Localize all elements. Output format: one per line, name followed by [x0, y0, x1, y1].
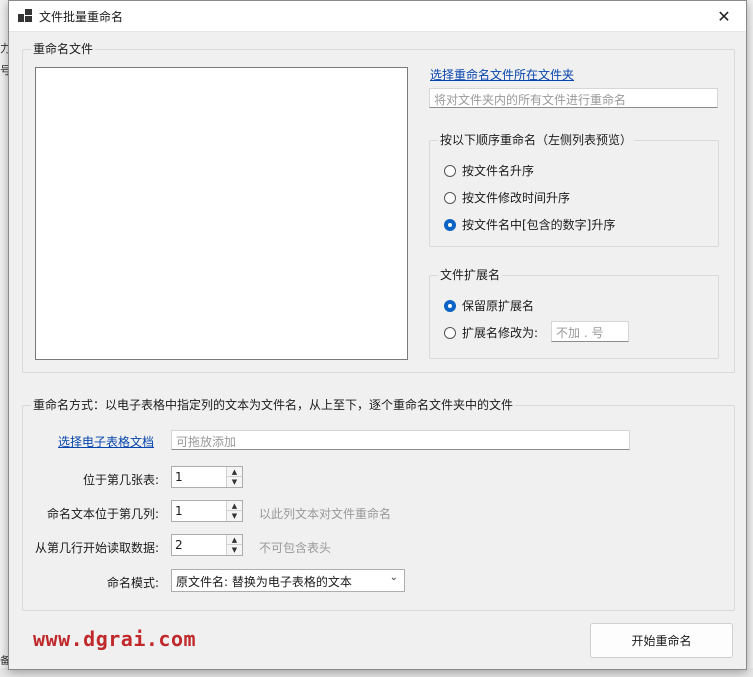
- background-app: [0, 0, 8, 677]
- spin-up-icon[interactable]: ▲: [227, 535, 242, 545]
- radio-button[interactable]: [444, 191, 456, 204]
- sheet-index-stepper[interactable]: 1 ▲ ▼: [171, 466, 243, 488]
- order-option-label: 按文件名中[包含的数字]升序: [462, 218, 616, 232]
- change-extension-label: 扩展名修改为:: [462, 326, 539, 340]
- start-rename-button[interactable]: 开始重命名: [590, 623, 733, 658]
- column-index-label: 命名文本位于第几列:: [46, 507, 159, 521]
- start-row-hint: 不可包含表头: [259, 541, 332, 555]
- extension-group-label: 文件扩展名: [438, 268, 503, 282]
- naming-mode-select[interactable]: 原文件名: 替换为电子表格的文本 ⌄: [171, 569, 405, 592]
- order-option-name-asc[interactable]: 按文件名升序: [444, 162, 534, 179]
- start-row-label: 从第几行开始读取数据:: [34, 541, 159, 555]
- chevron-down-icon: ⌄: [389, 572, 398, 583]
- radio-button-selected[interactable]: [444, 299, 456, 312]
- sheet-index-value[interactable]: 1: [175, 470, 183, 484]
- naming-mode-value: 原文件名: 替换为电子表格的文本: [176, 575, 352, 589]
- column-hint: 以此列文本对文件重命名: [259, 507, 392, 521]
- spin-up-icon[interactable]: ▲: [227, 467, 242, 477]
- sheet-index-label: 位于第几张表:: [82, 473, 159, 487]
- keep-extension-label: 保留原扩展名: [462, 299, 535, 313]
- column-index-stepper[interactable]: 1 ▲ ▼: [171, 500, 243, 522]
- method-group-label: 重命名方式：以电子表格中指定列的文本为文件名，从上至下，逐个重命名文件夹中的文件: [31, 398, 516, 412]
- select-spreadsheet-link[interactable]: 选择电子表格文档: [58, 433, 154, 450]
- file-preview-list[interactable]: [35, 67, 408, 360]
- spin-down-icon[interactable]: ▼: [227, 511, 242, 521]
- folder-path-input[interactable]: 将对文件夹内的所有文件进行重命名: [429, 88, 718, 108]
- column-index-value[interactable]: 1: [175, 504, 183, 518]
- extension-group: 文件扩展名: [429, 268, 719, 359]
- order-option-mtime-asc[interactable]: 按文件修改时间升序: [444, 189, 570, 206]
- close-icon: ✕: [717, 6, 731, 26]
- order-option-number-asc[interactable]: 按文件名中[包含的数字]升序: [444, 216, 615, 233]
- title-bar[interactable]: 文件批量重命名 ✕: [9, 1, 746, 32]
- start-row-value[interactable]: 2: [175, 538, 183, 552]
- keep-extension-option[interactable]: 保留原扩展名: [444, 297, 534, 314]
- change-extension-option[interactable]: 扩展名修改为:: [444, 324, 538, 341]
- watermark: www.dgrai.com: [33, 627, 197, 651]
- spin-up-icon[interactable]: ▲: [227, 501, 242, 511]
- radio-button-selected[interactable]: [444, 218, 456, 231]
- spreadsheet-path-input[interactable]: 可拖放添加: [171, 430, 630, 450]
- window-title: 文件批量重命名: [39, 10, 124, 24]
- rename-dialog: 文件批量重命名 ✕ 重命名文件 选择重命名文件所在文件夹 将对文件夹内的所有文件…: [8, 0, 747, 670]
- spin-down-icon[interactable]: ▼: [227, 477, 242, 487]
- select-folder-link[interactable]: 选择重命名文件所在文件夹: [430, 66, 574, 83]
- order-group-label: 按以下顺序重命名（左侧列表预览）: [438, 133, 635, 147]
- radio-button[interactable]: [444, 326, 456, 339]
- spin-down-icon[interactable]: ▼: [227, 545, 242, 555]
- mode-label: 命名模式:: [106, 576, 159, 590]
- order-option-label: 按文件修改时间升序: [462, 191, 571, 205]
- close-button[interactable]: ✕: [702, 1, 746, 31]
- radio-button[interactable]: [444, 164, 456, 177]
- extension-input[interactable]: 不加 . 号: [551, 321, 629, 342]
- order-option-label: 按文件名升序: [462, 164, 535, 178]
- files-group-label: 重命名文件: [31, 42, 96, 56]
- start-row-stepper[interactable]: 2 ▲ ▼: [171, 534, 243, 556]
- app-icon: [18, 9, 32, 23]
